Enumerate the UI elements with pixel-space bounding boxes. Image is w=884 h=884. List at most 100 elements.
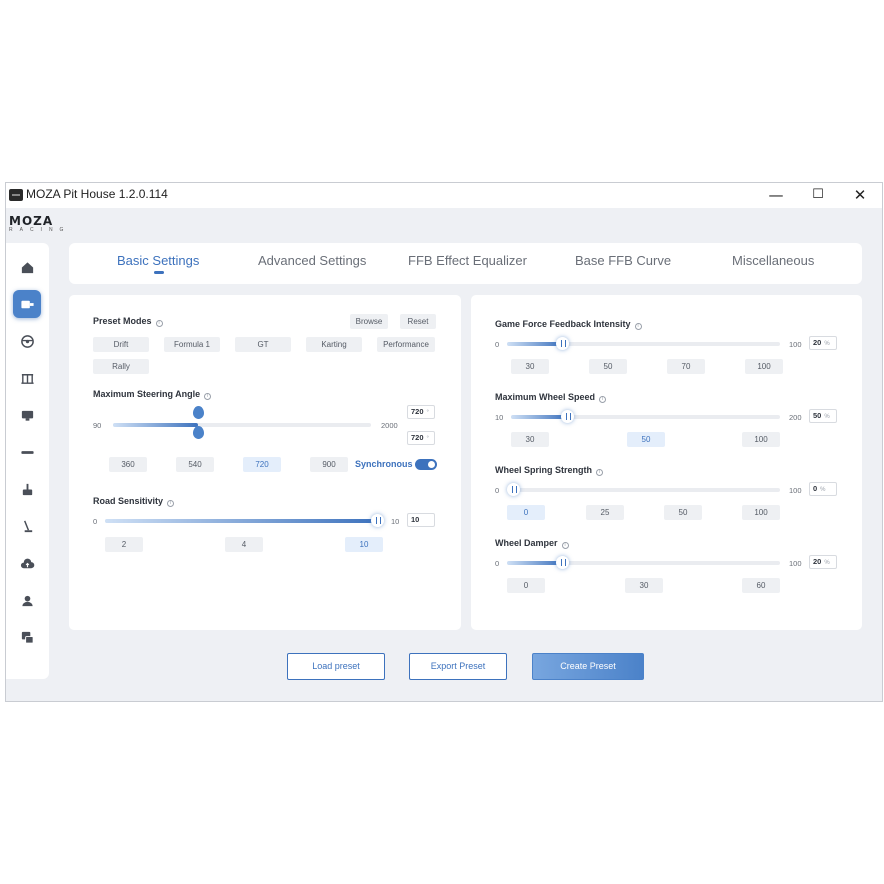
road-sensitivity-value: 10 [411, 515, 420, 524]
road-preset-2[interactable]: 2 [105, 537, 143, 552]
angle-preset-540[interactable]: 540 [176, 457, 214, 472]
damper-min: 0 [495, 559, 500, 568]
sidebar-item-user[interactable] [13, 586, 41, 614]
angle-preset-900[interactable]: 900 [310, 457, 348, 472]
info-icon[interactable]: i [204, 393, 212, 400]
export-preset-button[interactable]: Export Preset [409, 653, 507, 680]
ffb-intensity-value: 20 [813, 338, 822, 347]
load-preset-button[interactable]: Load preset [287, 653, 385, 680]
maximize-button[interactable]: ☐ [798, 184, 838, 206]
window-title: MOZA Pit House 1.2.0.114 [26, 187, 168, 201]
angle-preset-720[interactable]: 720 [243, 457, 281, 472]
title-bar: MOZA Pit House 1.2.0.114 — ☐ ✕ [6, 183, 882, 208]
ffb-intensity-max: 100 [789, 340, 802, 349]
sidebar-item-handbrake[interactable] [13, 475, 41, 503]
spring-preset-0[interactable]: 0 [507, 505, 545, 520]
steering-angle-handle-top[interactable] [193, 406, 205, 419]
home-icon [21, 261, 33, 273]
damper-preset-0[interactable]: 0 [507, 578, 545, 593]
ffb-intensity-slider[interactable] [507, 337, 780, 350]
preset-chip-formula-1[interactable]: Formula 1 [164, 337, 220, 352]
ffb-preset-100[interactable]: 100 [745, 359, 783, 374]
spring-preset-25[interactable]: 25 [586, 505, 624, 520]
info-icon[interactable]: i [167, 500, 175, 507]
sidebar-item-pedals[interactable] [13, 364, 41, 392]
ffb-intensity-fill [507, 342, 562, 346]
sidebar-item-gear-lever[interactable] [13, 512, 41, 540]
ffb-intensity-handle[interactable] [555, 337, 569, 350]
wheel-speed-input[interactable]: 50% [809, 409, 837, 423]
info-icon[interactable]: i [596, 469, 604, 476]
preset-chip-performance[interactable]: Performance [377, 337, 435, 352]
steering-angle-value-bottom: 720 [411, 433, 424, 442]
sidebar-item-cloud[interactable] [13, 549, 41, 577]
create-preset-button[interactable]: Create Preset [532, 653, 644, 680]
ffb-preset-70[interactable]: 70 [667, 359, 705, 374]
ffb-preset-30[interactable]: 30 [511, 359, 549, 374]
wheel-speed-slider[interactable] [511, 410, 780, 423]
damper-value: 20 [813, 557, 822, 566]
angle-preset-360[interactable]: 360 [109, 457, 147, 472]
sidebar-item-shifter[interactable] [13, 438, 41, 466]
damper-preset-30[interactable]: 30 [625, 578, 663, 593]
damper-slider[interactable] [507, 556, 780, 569]
damper-handle[interactable] [555, 556, 569, 569]
wheel-speed-handle[interactable] [561, 410, 575, 423]
preset-chip-karting[interactable]: Karting [306, 337, 362, 352]
road-sensitivity-input[interactable]: 10 [407, 513, 435, 527]
road-preset-10[interactable]: 10 [345, 537, 383, 552]
preset-chip-rally[interactable]: Rally [93, 359, 149, 374]
percent-unit: % [820, 487, 826, 493]
ffb-preset-50[interactable]: 50 [589, 359, 627, 374]
browse-button[interactable]: Browse [350, 314, 388, 329]
info-icon[interactable]: i [155, 320, 163, 327]
spring-strength-input[interactable]: 0% [809, 482, 837, 496]
cloud-icon [20, 558, 34, 568]
preset-chip-drift[interactable]: Drift [93, 337, 149, 352]
ffb-intensity-input[interactable]: 20% [809, 336, 837, 350]
sidebar-item-support[interactable] [13, 623, 41, 651]
close-button[interactable]: ✕ [840, 184, 880, 206]
spring-strength-handle[interactable] [507, 483, 520, 496]
spring-strength-slider[interactable] [507, 483, 780, 496]
tab-advanced-settings[interactable]: Advanced Settings [258, 253, 366, 268]
steering-angle-input-top[interactable]: 720 ° [407, 405, 435, 419]
damper-preset-60[interactable]: 60 [742, 578, 780, 593]
spring-preset-50[interactable]: 50 [664, 505, 702, 520]
synchronous-toggle[interactable] [415, 459, 437, 470]
wheel-speed-preset-100[interactable]: 100 [742, 432, 780, 447]
steering-angle-input-bottom[interactable]: 720 ° [407, 431, 435, 445]
steering-angle-slider[interactable] [113, 406, 371, 439]
road-sensitivity-handle[interactable] [371, 514, 384, 527]
info-icon[interactable]: i [634, 323, 642, 330]
damper-input[interactable]: 20% [809, 555, 837, 569]
tab-base-ffb-curve[interactable]: Base FFB Curve [575, 253, 671, 268]
sidebar-item-dashboard[interactable] [13, 401, 41, 429]
wheelbase-icon [20, 300, 34, 308]
sidebar-item-home[interactable] [13, 253, 41, 281]
wheel-speed-preset-30[interactable]: 30 [511, 432, 549, 447]
spring-strength-value: 0 [813, 484, 818, 493]
handbrake-icon [22, 483, 32, 495]
road-sensitivity-slider[interactable] [105, 514, 384, 527]
degree-unit: ° [426, 410, 429, 416]
road-sensitivity-label: Road Sensitivity i [93, 496, 175, 507]
steering-angle-handle-bottom[interactable] [193, 426, 205, 439]
reset-button[interactable]: Reset [400, 314, 436, 329]
spring-preset-100[interactable]: 100 [742, 505, 780, 520]
steering-angle-label: Maximum Steering Angle i [93, 389, 212, 400]
sidebar [6, 243, 49, 679]
info-icon[interactable]: i [599, 396, 607, 403]
sidebar-item-steering-wheel[interactable] [13, 327, 41, 355]
info-icon[interactable]: i [561, 542, 569, 549]
minimize-button[interactable]: — [756, 184, 796, 206]
preset-chip-gt[interactable]: GT [235, 337, 291, 352]
wheel-speed-preset-50[interactable]: 50 [627, 432, 665, 447]
sidebar-item-wheelbase[interactable] [13, 290, 41, 318]
road-preset-4[interactable]: 4 [225, 537, 263, 552]
tab-miscellaneous[interactable]: Miscellaneous [732, 253, 814, 268]
wheel-speed-value: 50 [813, 411, 822, 420]
ffb-intensity-min: 0 [495, 340, 500, 349]
tab-basic-settings[interactable]: Basic Settings [117, 253, 199, 268]
tab-ffb-effect-equalizer[interactable]: FFB Effect Equalizer [408, 253, 527, 268]
